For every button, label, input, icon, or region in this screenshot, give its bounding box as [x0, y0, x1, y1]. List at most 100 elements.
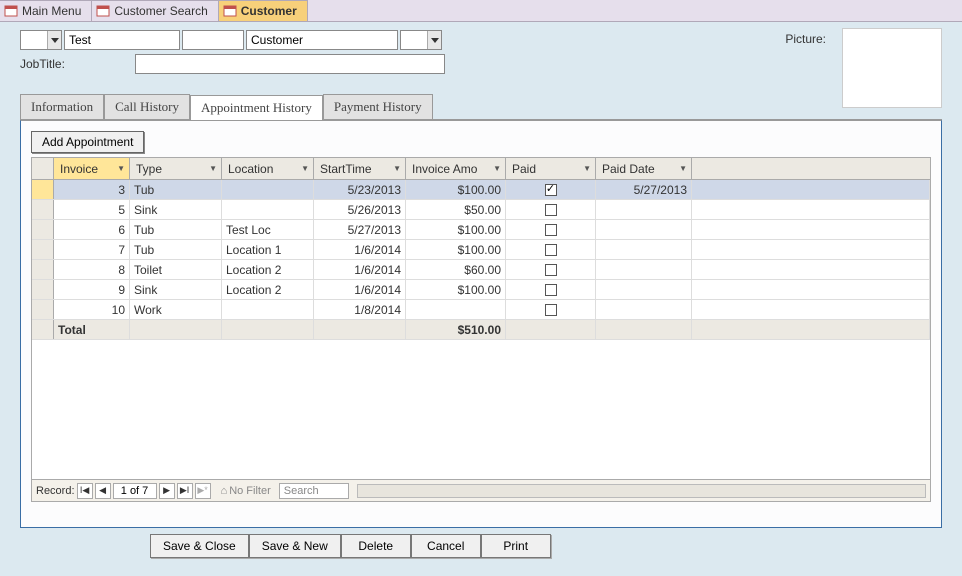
chevron-down-icon[interactable]: ▼ [209, 164, 217, 173]
col-paid-date[interactable]: Paid Date▼ [596, 158, 692, 179]
cell-invoice[interactable]: 6 [54, 220, 130, 239]
cell-paid[interactable] [506, 180, 596, 199]
row-selector[interactable] [32, 200, 54, 219]
cell-amount[interactable]: $100.00 [406, 240, 506, 259]
cell-starttime[interactable]: 5/26/2013 [314, 200, 406, 219]
row-selector[interactable] [32, 280, 54, 299]
add-appointment-button[interactable]: Add Appointment [31, 131, 144, 153]
cell-location[interactable]: Location 2 [222, 280, 314, 299]
save-close-button[interactable]: Save & Close [150, 534, 249, 558]
filter-indicator[interactable]: ⌂No Filter [221, 485, 271, 497]
print-button[interactable]: Print [481, 534, 551, 558]
cell-invoice[interactable]: 9 [54, 280, 130, 299]
cell-amount[interactable] [406, 300, 506, 319]
cell-location[interactable]: Location 1 [222, 240, 314, 259]
paid-checkbox[interactable] [545, 184, 557, 196]
cell-paid-date[interactable] [596, 240, 692, 259]
cell-type[interactable]: Tub [130, 220, 222, 239]
tab-payment-history[interactable]: Payment History [323, 94, 433, 119]
cell-type[interactable]: Sink [130, 200, 222, 219]
col-location[interactable]: Location▼ [222, 158, 314, 179]
paid-checkbox[interactable] [545, 204, 557, 216]
table-row[interactable]: 8ToiletLocation 21/6/2014$60.00 [32, 260, 930, 280]
select-all-header[interactable] [32, 158, 54, 179]
window-tab-customer-search[interactable]: Customer Search [92, 0, 218, 21]
delete-button[interactable]: Delete [341, 534, 411, 558]
tab-call-history[interactable]: Call History [104, 94, 190, 119]
horizontal-scrollbar[interactable] [357, 484, 926, 498]
cell-type[interactable]: Work [130, 300, 222, 319]
cell-paid[interactable] [506, 220, 596, 239]
table-row[interactable]: 6TubTest Loc5/27/2013$100.00 [32, 220, 930, 240]
window-tab-main-menu[interactable]: Main Menu [0, 0, 92, 21]
nav-last-button[interactable]: ▶I [177, 483, 193, 499]
cell-location[interactable] [222, 200, 314, 219]
col-paid[interactable]: Paid▼ [506, 158, 596, 179]
cell-starttime[interactable]: 1/8/2014 [314, 300, 406, 319]
row-selector[interactable] [32, 300, 54, 319]
chevron-down-icon[interactable]: ▼ [583, 164, 591, 173]
cell-amount[interactable]: $100.00 [406, 220, 506, 239]
cell-amount[interactable]: $100.00 [406, 280, 506, 299]
cell-paid[interactable] [506, 280, 596, 299]
cell-starttime[interactable]: 5/27/2013 [314, 220, 406, 239]
cell-location[interactable]: Location 2 [222, 260, 314, 279]
cell-paid[interactable] [506, 260, 596, 279]
cell-type[interactable]: Tub [130, 240, 222, 259]
grid-body[interactable]: 3Tub5/23/2013$100.005/27/20135Sink5/26/2… [32, 180, 930, 479]
table-row[interactable]: 7TubLocation 11/6/2014$100.00 [32, 240, 930, 260]
cell-paid-date[interactable] [596, 280, 692, 299]
cell-paid[interactable] [506, 240, 596, 259]
paid-checkbox[interactable] [545, 284, 557, 296]
cell-paid-date[interactable] [596, 300, 692, 319]
tab-information[interactable]: Information [20, 94, 104, 119]
col-invoice-amount[interactable]: Invoice Amo▼ [406, 158, 506, 179]
cell-amount[interactable]: $100.00 [406, 180, 506, 199]
cell-invoice[interactable]: 3 [54, 180, 130, 199]
cell-paid-date[interactable] [596, 200, 692, 219]
cell-invoice[interactable]: 10 [54, 300, 130, 319]
window-tab-customer[interactable]: Customer [219, 0, 308, 21]
record-position[interactable] [113, 483, 157, 499]
chevron-down-icon[interactable]: ▼ [393, 164, 401, 173]
chevron-down-icon[interactable] [427, 31, 441, 49]
cell-paid-date[interactable] [596, 220, 692, 239]
grid-search-input[interactable] [279, 483, 349, 499]
chevron-down-icon[interactable]: ▼ [117, 164, 125, 173]
col-invoice[interactable]: Invoice▼ [54, 158, 130, 179]
cell-starttime[interactable]: 1/6/2014 [314, 280, 406, 299]
prefix-combo[interactable] [20, 30, 62, 50]
cell-paid[interactable] [506, 300, 596, 319]
cell-invoice[interactable]: 8 [54, 260, 130, 279]
table-row[interactable]: 9SinkLocation 21/6/2014$100.00 [32, 280, 930, 300]
row-selector[interactable] [32, 220, 54, 239]
paid-checkbox[interactable] [545, 304, 557, 316]
suffix-combo[interactable] [400, 30, 442, 50]
col-type[interactable]: Type▼ [130, 158, 222, 179]
col-starttime[interactable]: StartTime▼ [314, 158, 406, 179]
tab-appointment-history[interactable]: Appointment History [190, 95, 323, 120]
table-row[interactable]: 5Sink 5/26/2013$50.00 [32, 200, 930, 220]
cell-location[interactable]: Test Loc [222, 220, 314, 239]
paid-checkbox[interactable] [545, 224, 557, 236]
cell-starttime[interactable]: 1/6/2014 [314, 240, 406, 259]
cell-invoice[interactable]: 7 [54, 240, 130, 259]
cell-type[interactable]: Sink [130, 280, 222, 299]
cell-invoice[interactable]: 5 [54, 200, 130, 219]
cell-type[interactable]: Tub [130, 180, 222, 199]
nav-first-button[interactable]: I◀ [77, 483, 93, 499]
table-row[interactable]: 3Tub5/23/2013$100.005/27/2013 [32, 180, 930, 200]
nav-new-button[interactable]: ▶* [195, 483, 211, 499]
first-name-field[interactable] [64, 30, 180, 50]
cancel-button[interactable]: Cancel [411, 534, 481, 558]
middle-field[interactable] [182, 30, 244, 50]
cell-location[interactable] [222, 180, 314, 199]
table-row[interactable]: 10Work 1/8/2014 [32, 300, 930, 320]
cell-type[interactable]: Toilet [130, 260, 222, 279]
cell-amount[interactable]: $60.00 [406, 260, 506, 279]
row-selector[interactable] [32, 240, 54, 259]
paid-checkbox[interactable] [545, 264, 557, 276]
picture-box[interactable] [842, 28, 942, 108]
cell-amount[interactable]: $50.00 [406, 200, 506, 219]
cell-paid-date[interactable] [596, 260, 692, 279]
